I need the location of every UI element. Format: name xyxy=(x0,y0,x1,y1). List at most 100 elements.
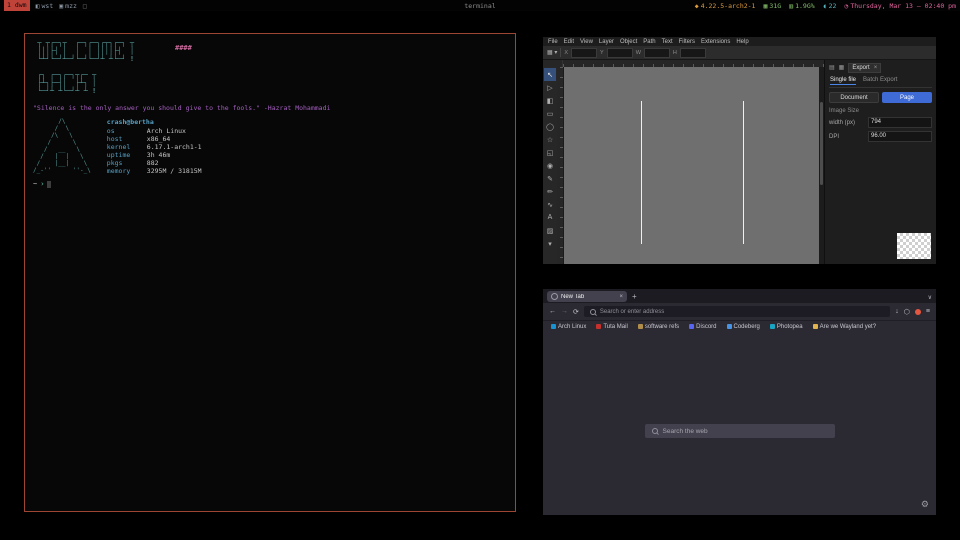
page-guide-right xyxy=(743,101,744,244)
tool-shape-builder-icon[interactable]: ◧ xyxy=(544,94,556,107)
tab-single-file[interactable]: Single file xyxy=(830,77,856,85)
inkscape-menubar: File Edit View Layer Object Path Text Fi… xyxy=(543,37,936,46)
inkscape-window[interactable]: File Edit View Layer Object Path Text Fi… xyxy=(543,37,936,264)
tool-ellipse-icon[interactable]: ◯ xyxy=(544,120,556,133)
statusbar-item-wst[interactable]: ◧ wst xyxy=(36,2,54,10)
menu-help[interactable]: Help xyxy=(733,39,751,45)
search-icon xyxy=(652,428,658,434)
objects-dialog-icon[interactable]: ▦ xyxy=(839,64,845,71)
navigation-bar: ← → ⟳ Search or enter address ↓ ⬡ ≡ xyxy=(543,303,936,321)
h-field-label: H xyxy=(673,50,677,56)
settings-gear-icon[interactable]: ⚙ xyxy=(921,499,929,510)
h-field-input[interactable] xyxy=(680,48,706,58)
web-search-input[interactable]: Search the web xyxy=(645,424,835,438)
reload-button[interactable]: ⟳ xyxy=(573,308,579,316)
tab-batch-export[interactable]: Batch Export xyxy=(863,77,897,85)
kernel-icon: ◆ xyxy=(695,2,699,10)
tool-box3d-icon[interactable]: ◱ xyxy=(544,146,556,159)
ascii-banner: ┬ ┬┌─┐┬ ┌─┐┌─┐┌┬┐┌─┐ ┬ │││├┤ │ │ │ ││││├… xyxy=(33,39,134,95)
discord-favicon xyxy=(689,324,694,329)
layout-symbol-icon[interactable]: □ xyxy=(83,2,87,10)
snap-dropdown-icon[interactable]: ▦ ▾ xyxy=(547,49,557,56)
menu-text[interactable]: Text xyxy=(659,39,676,45)
menu-icon[interactable]: ≡ xyxy=(926,308,930,315)
toolbar-separator xyxy=(560,48,561,57)
browser-window[interactable]: New Tab × + ∨ ← → ⟳ Search or enter addr… xyxy=(543,289,936,515)
x-field-label: X xyxy=(564,50,568,56)
y-field-input[interactable] xyxy=(607,48,633,58)
fetch-row-os: os Arch Linux xyxy=(107,127,202,135)
dpi-input[interactable]: 96.00 xyxy=(868,131,932,142)
profile-icon[interactable] xyxy=(915,309,921,315)
statusbar-item-mzz[interactable]: ▣ mzz xyxy=(59,2,77,10)
workspace-tag[interactable]: 1 dwm xyxy=(4,0,30,11)
menu-filters[interactable]: Filters xyxy=(676,39,698,45)
extensions-icon[interactable]: ⬡ xyxy=(904,308,910,316)
bookmark-arch-linux[interactable]: Arch Linux xyxy=(551,324,586,330)
page-button[interactable]: Page xyxy=(882,92,932,103)
tool-selector-icon[interactable]: ↖ xyxy=(544,68,556,81)
menu-view[interactable]: View xyxy=(577,39,596,45)
tool-gradient-icon[interactable]: ▨ xyxy=(544,224,556,237)
fetch-row-host: host x86_64 xyxy=(107,135,202,143)
export-tab-label: Export xyxy=(852,65,869,71)
terminal-window[interactable]: ┬ ┬┌─┐┬ ┌─┐┌─┐┌┬┐┌─┐ ┬ │││├┤ │ │ │ ││││├… xyxy=(24,33,516,512)
bookmark-photopea[interactable]: Photopea xyxy=(770,324,803,330)
uptime-value: 3h 46m xyxy=(147,151,170,159)
export-tab[interactable]: Export × xyxy=(848,63,881,73)
browser-tab[interactable]: New Tab × xyxy=(547,291,627,302)
export-mode-tabs: Single file Batch Export xyxy=(829,76,932,88)
fetch-row-pkgs: pkgs 882 xyxy=(107,159,202,167)
menu-layer[interactable]: Layer xyxy=(596,39,617,45)
x-field-input[interactable] xyxy=(571,48,597,58)
disk-icon: ▦ xyxy=(763,2,767,10)
url-bar[interactable]: Search or enter address xyxy=(584,306,890,317)
tool-spiral-icon[interactable]: ◉ xyxy=(544,159,556,172)
fetch-row-memory: memory 3295M / 31815M xyxy=(107,167,202,175)
image-size-label: Image Size xyxy=(829,108,932,114)
width-input[interactable]: 794 xyxy=(868,117,932,128)
arch-logo-ascii: /\ / \ /\ \ / \ / __ \ / | | \ / |__| \ … xyxy=(33,118,91,175)
tool-calligraphy-icon[interactable]: ∿ xyxy=(544,198,556,211)
document-button[interactable]: Document xyxy=(829,92,879,103)
tool-dropper-icon[interactable]: ▾ xyxy=(544,237,556,250)
page-guide-left xyxy=(641,101,642,244)
downloads-icon[interactable]: ↓ xyxy=(895,308,899,315)
dpi-row: DPI 96.00 xyxy=(829,131,932,142)
bookmark-discord[interactable]: Discord xyxy=(689,324,716,330)
tool-rectangle-icon[interactable]: ▭ xyxy=(544,107,556,120)
bookmark-are-we-wayland-yet[interactable]: Are we Wayland yet? xyxy=(813,324,876,330)
bookmark-software-refs[interactable]: software refs xyxy=(638,324,679,330)
list-tabs-icon[interactable]: ∨ xyxy=(928,294,932,301)
bookmark-tuta-mail[interactable]: Tuta Mail xyxy=(596,324,627,330)
tool-pencil-icon[interactable]: ✎ xyxy=(544,172,556,185)
fetch-info: crash@bertha os Arch Linux host x86_64 k… xyxy=(107,118,202,175)
close-tab-icon[interactable]: × xyxy=(619,294,623,300)
forward-button[interactable]: → xyxy=(561,308,568,315)
menu-file[interactable]: File xyxy=(545,39,561,45)
clock-module: ◔ Thursday, Mar 13 — 02:40 pm xyxy=(844,2,956,10)
back-button[interactable]: ← xyxy=(549,308,556,315)
layers-dialog-icon[interactable]: ▤ xyxy=(829,64,835,71)
globe-icon xyxy=(551,293,558,300)
shell-prompt[interactable]: ~ › xyxy=(33,180,51,188)
new-tab-button[interactable]: + xyxy=(632,292,637,301)
arch-favicon xyxy=(551,324,556,329)
inkscape-canvas[interactable] xyxy=(564,67,819,264)
disk-text: 31G xyxy=(769,2,781,10)
scrollbar-thumb[interactable] xyxy=(820,102,823,185)
tool-node-editor-icon[interactable]: ▷ xyxy=(544,81,556,94)
bookmark-codeberg[interactable]: Codeberg xyxy=(727,324,760,330)
tool-pen-icon[interactable]: ✏ xyxy=(544,185,556,198)
close-panel-icon[interactable]: × xyxy=(874,65,878,71)
menu-path[interactable]: Path xyxy=(640,39,658,45)
menu-edit[interactable]: Edit xyxy=(561,39,577,45)
tool-text-icon[interactable]: A xyxy=(544,211,556,224)
menu-extensions[interactable]: Extensions xyxy=(698,39,733,45)
bookmark-label: Arch Linux xyxy=(558,324,586,330)
ruler-corner xyxy=(543,60,563,67)
w-field-input[interactable] xyxy=(644,48,670,58)
tool-star-icon[interactable]: ☆ xyxy=(544,133,556,146)
menu-object[interactable]: Object xyxy=(617,39,640,45)
bookmarks-bar: Arch Linux Tuta Mail software refs Disco… xyxy=(543,321,936,332)
